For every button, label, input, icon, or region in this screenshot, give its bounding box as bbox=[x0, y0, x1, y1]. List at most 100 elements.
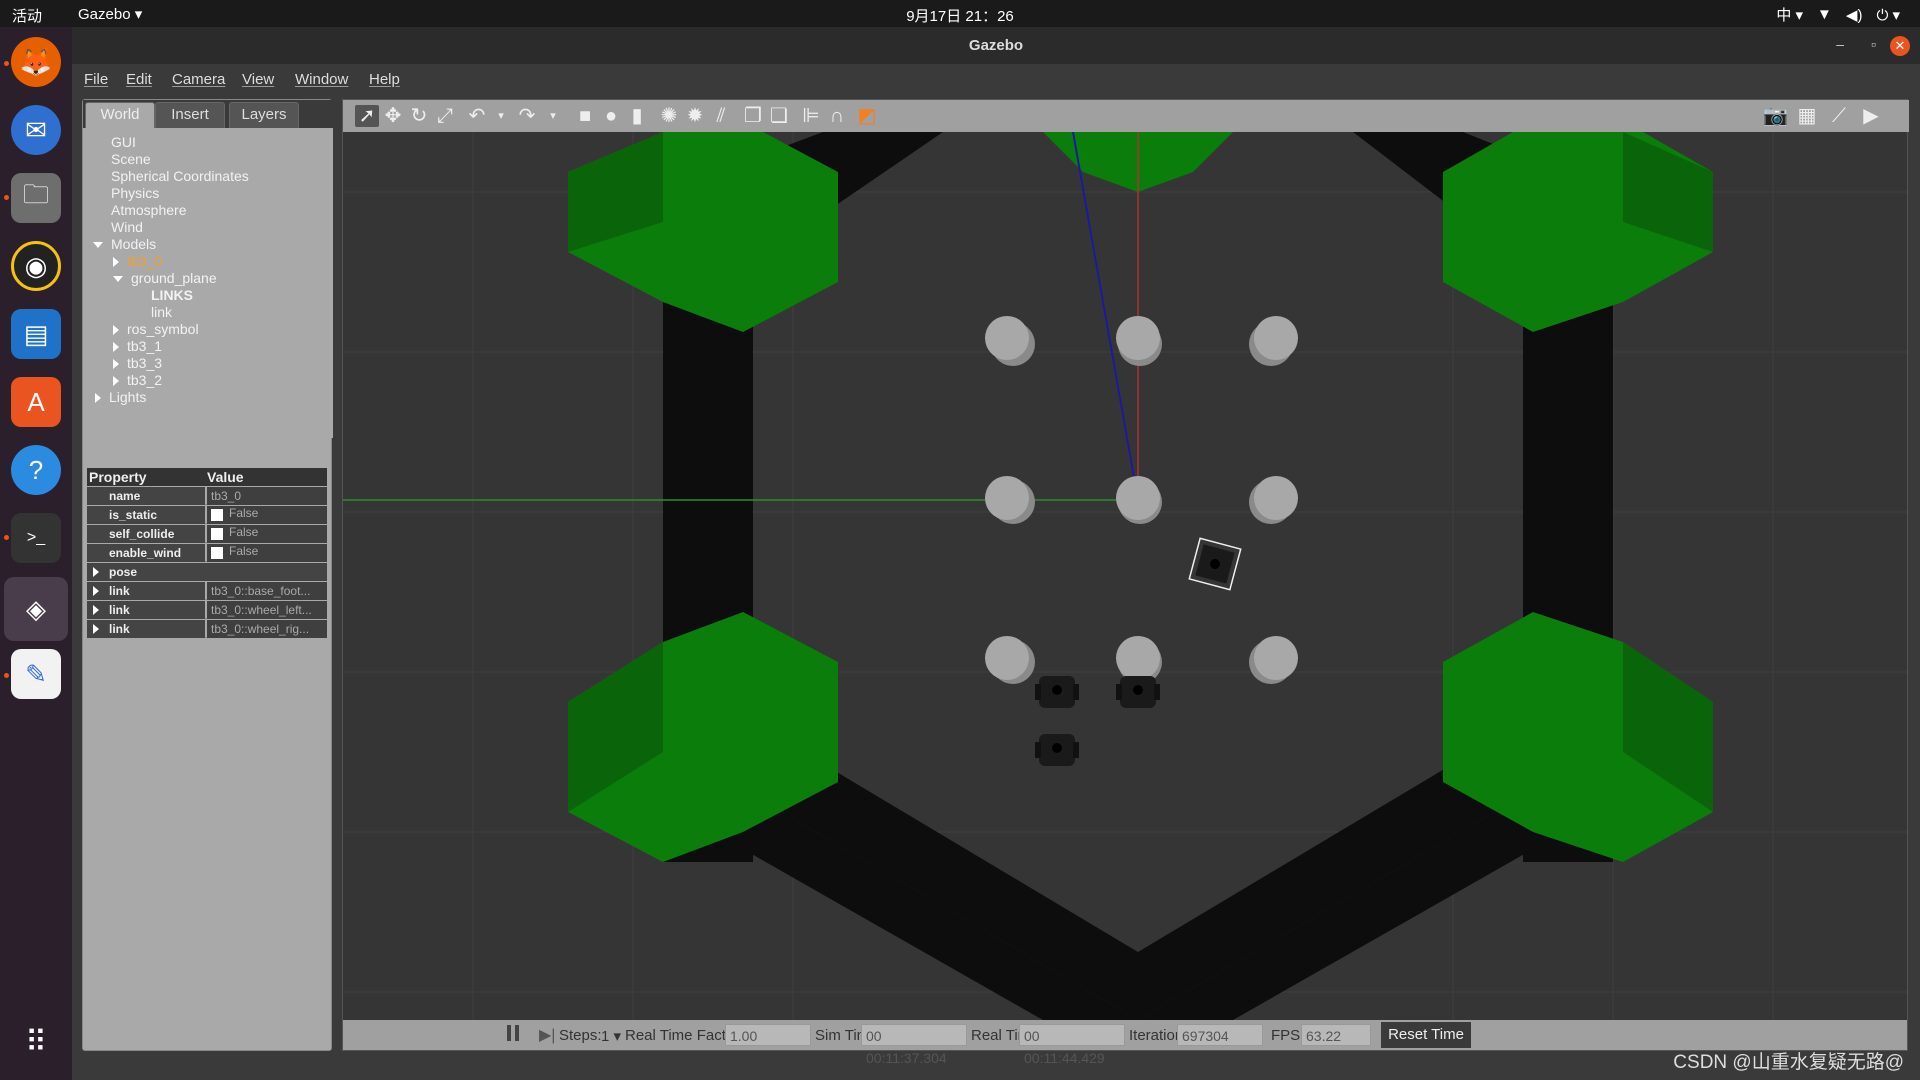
maximize-button[interactable]: ▫ bbox=[1871, 36, 1876, 52]
sphere-shape-icon[interactable]: ● bbox=[599, 105, 623, 127]
collapse-arrow-icon[interactable] bbox=[95, 393, 101, 404]
collapse-arrow-icon[interactable] bbox=[113, 376, 119, 387]
tree-item-tb3-0[interactable]: tb3_0 bbox=[113, 253, 162, 269]
robot-tb3-1[interactable] bbox=[1035, 676, 1079, 708]
expand-arrow-icon[interactable] bbox=[93, 242, 103, 249]
tree-item-lights[interactable]: Lights bbox=[95, 389, 146, 405]
video-record-icon[interactable]: ▶ bbox=[1859, 105, 1883, 127]
redo-icon[interactable]: ↷ bbox=[515, 105, 539, 127]
text-editor-icon[interactable]: ✎ bbox=[11, 649, 61, 699]
menu-window[interactable]: Window bbox=[295, 71, 348, 88]
menu-camera[interactable]: Camera bbox=[172, 71, 225, 88]
tree-item-tb3-1[interactable]: tb3_1 bbox=[113, 338, 162, 354]
firefox-icon[interactable]: 🦊 bbox=[11, 37, 61, 87]
redo-history-dropdown-icon[interactable]: ▾ bbox=[541, 105, 565, 127]
writer-icon[interactable]: ▤ bbox=[11, 309, 61, 359]
input-method-indicator[interactable]: 中 ▾ bbox=[1776, 4, 1803, 25]
collapse-arrow-icon[interactable] bbox=[93, 567, 99, 577]
tree-item-scene[interactable]: Scene bbox=[111, 151, 151, 167]
tree-item-spherical-coordinates[interactable]: Spherical Coordinates bbox=[111, 168, 249, 184]
box-shape-icon[interactable]: ■ bbox=[573, 105, 597, 127]
tree-item-gui[interactable]: GUI bbox=[111, 134, 136, 150]
property-value[interactable]: tb3_0::wheel_rig... bbox=[207, 620, 327, 638]
tree-item-wind[interactable]: Wind bbox=[111, 219, 143, 235]
collapse-arrow-icon[interactable] bbox=[113, 325, 119, 336]
point-light-icon[interactable]: ✺ bbox=[657, 105, 681, 127]
show-apps-icon[interactable]: ⠿ bbox=[11, 1017, 61, 1067]
translate-mode-icon[interactable]: ✥ bbox=[381, 105, 405, 127]
help-icon[interactable]: ? bbox=[11, 445, 61, 495]
property-row[interactable]: enable_wind False bbox=[87, 544, 327, 562]
directional-light-icon[interactable]: ⫽ bbox=[709, 105, 733, 127]
tree-item-atmosphere[interactable]: Atmosphere bbox=[111, 202, 186, 218]
scale-mode-icon[interactable]: ⤢ bbox=[433, 105, 457, 127]
menu-edit[interactable]: Edit bbox=[126, 71, 152, 88]
tab-world[interactable]: World bbox=[85, 102, 155, 128]
files-icon[interactable]: 🗀 bbox=[11, 173, 61, 223]
collapse-arrow-icon[interactable] bbox=[93, 605, 99, 615]
align-icon[interactable]: ⊫ bbox=[799, 105, 823, 127]
paste-icon[interactable]: ❏ bbox=[767, 105, 791, 127]
menu-view[interactable]: View bbox=[242, 71, 274, 88]
property-row[interactable]: link tb3_0::wheel_left... bbox=[87, 601, 327, 619]
property-value[interactable]: False bbox=[207, 506, 327, 524]
log-data-icon[interactable]: ▦ bbox=[1795, 105, 1819, 127]
property-row[interactable]: link tb3_0::wheel_rig... bbox=[87, 620, 327, 638]
property-row[interactable]: pose bbox=[87, 563, 327, 581]
tree-item-ros-symbol[interactable]: ros_symbol bbox=[113, 321, 199, 337]
thunderbird-icon[interactable]: ✉ bbox=[11, 105, 61, 155]
change-view-icon[interactable]: ◩ bbox=[855, 105, 879, 127]
tree-item-links[interactable]: LINKS bbox=[151, 287, 193, 303]
property-value[interactable]: False bbox=[207, 525, 327, 543]
property-value[interactable]: tb3_0::base_foot... bbox=[207, 582, 327, 600]
property-row[interactable]: self_collide False bbox=[87, 525, 327, 543]
rotate-mode-icon[interactable]: ↻ bbox=[407, 105, 431, 127]
collapse-arrow-icon[interactable] bbox=[113, 257, 119, 268]
expand-arrow-icon[interactable] bbox=[113, 276, 123, 283]
collapse-arrow-icon[interactable] bbox=[113, 342, 119, 353]
system-tray[interactable]: 中 ▾ ▼ ◀) ⏻ ▾ bbox=[1776, 4, 1900, 25]
tree-item-physics[interactable]: Physics bbox=[111, 185, 159, 201]
checkbox[interactable] bbox=[211, 509, 223, 521]
clock[interactable]: 9月17日 21：26 bbox=[0, 5, 1920, 26]
collapse-arrow-icon[interactable] bbox=[93, 586, 99, 596]
steps-spinbox[interactable]: 1 ▾ bbox=[601, 1027, 621, 1045]
menu-help[interactable]: Help bbox=[369, 71, 400, 88]
tree-item-tb3-3[interactable]: tb3_3 bbox=[113, 355, 162, 371]
checkbox[interactable] bbox=[211, 547, 223, 559]
power-icon[interactable]: ⏻ ▾ bbox=[1876, 6, 1900, 24]
property-value[interactable]: tb3_0::wheel_left... bbox=[207, 601, 327, 619]
undo-icon[interactable]: ↶ bbox=[465, 105, 489, 127]
window-titlebar[interactable]: Gazebo – ▫ ✕ bbox=[72, 27, 1920, 64]
minimize-button[interactable]: – bbox=[1836, 36, 1844, 52]
tree-item-link[interactable]: link bbox=[151, 304, 172, 320]
gazebo-icon[interactable]: ◈ bbox=[4, 577, 68, 641]
pause-icon[interactable] bbox=[507, 1025, 521, 1043]
software-icon[interactable]: A bbox=[11, 377, 61, 427]
robot-tb3-2[interactable] bbox=[1116, 676, 1160, 708]
plot-icon[interactable]: ⟋ bbox=[1827, 105, 1851, 127]
spot-light-icon[interactable]: ✹ bbox=[683, 105, 707, 127]
property-row[interactable]: is_static False bbox=[87, 506, 327, 524]
volume-icon[interactable]: ◀) bbox=[1846, 6, 1863, 24]
copy-icon[interactable]: ❐ bbox=[741, 105, 765, 127]
undo-history-dropdown-icon[interactable]: ▾ bbox=[489, 105, 513, 127]
property-value[interactable]: tb3_0 bbox=[207, 487, 327, 505]
close-button[interactable]: ✕ bbox=[1890, 36, 1910, 56]
menu-file[interactable]: File bbox=[84, 71, 108, 88]
checkbox[interactable] bbox=[211, 528, 223, 540]
tab-insert[interactable]: Insert bbox=[155, 102, 225, 128]
tree-item-tb3-2[interactable]: tb3_2 bbox=[113, 372, 162, 388]
reset-time-button[interactable]: Reset Time bbox=[1381, 1022, 1471, 1048]
tab-layers[interactable]: Layers bbox=[229, 102, 299, 128]
property-row[interactable]: name tb3_0 bbox=[87, 487, 327, 505]
tree-item-models[interactable]: Models bbox=[93, 236, 156, 252]
robot-tb3-3[interactable] bbox=[1035, 734, 1079, 766]
rhythmbox-icon[interactable]: ◉ bbox=[11, 241, 61, 291]
terminal-icon[interactable]: >_ bbox=[11, 513, 61, 563]
select-mode-icon[interactable]: ➚ bbox=[355, 105, 379, 127]
wifi-icon[interactable]: ▼ bbox=[1817, 6, 1832, 23]
3d-scene[interactable] bbox=[343, 132, 1907, 1020]
cylinder-shape-icon[interactable]: ▮ bbox=[625, 105, 649, 127]
property-row[interactable]: link tb3_0::base_foot... bbox=[87, 582, 327, 600]
